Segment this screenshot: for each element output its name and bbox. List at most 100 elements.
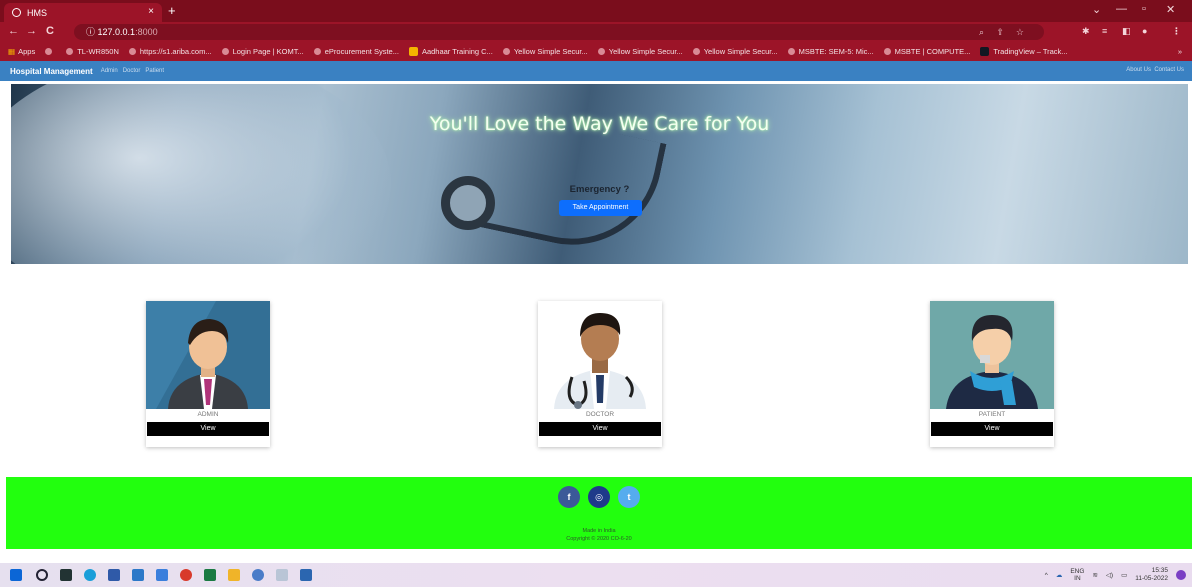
aadhaar-icon	[408, 47, 418, 56]
patient-view-button[interactable]: View	[931, 422, 1053, 436]
admin-avatar	[146, 301, 270, 409]
bookmark-item[interactable]: TradingView – Track...	[980, 47, 1068, 56]
globe-icon	[883, 48, 891, 55]
close-window-button[interactable]: ✕	[1166, 3, 1175, 16]
bookmark-item[interactable]: Yellow Simple Secur...	[502, 47, 588, 56]
apps-grid-icon: ▦	[8, 47, 16, 56]
patient-avatar	[930, 301, 1054, 409]
tab-search-icon[interactable]: ⌄	[1092, 3, 1101, 16]
search-icon[interactable]	[36, 569, 48, 581]
bookmark-item[interactable]: MSBTE: SEM-5: Mic...	[787, 47, 874, 56]
bookmarks-overflow[interactable]: »	[1178, 47, 1182, 56]
instagram-icon[interactable]: ◎	[588, 486, 610, 508]
share-icon[interactable]: ⇪	[996, 24, 1004, 40]
store-icon[interactable]	[108, 569, 120, 581]
nav-link-contact[interactable]: Contact Us	[1154, 67, 1184, 73]
bookmark-item[interactable]: MSBTE | COMPUTE...	[883, 47, 970, 56]
nav-link-patient[interactable]: Patient	[145, 68, 164, 74]
site-footer: f ◎ t Made in India Copyright © 2020 CO-…	[6, 477, 1192, 549]
back-button[interactable]: ←	[8, 25, 19, 37]
minimize-button[interactable]: —	[1116, 3, 1127, 15]
globe-icon	[221, 48, 229, 55]
bookmark-item[interactable]: https://s1.ariba.com...	[128, 47, 212, 56]
made-in-text: Made in India	[582, 528, 616, 534]
wifi-icon[interactable]: ≋	[1092, 571, 1097, 579]
edge-icon[interactable]	[84, 569, 96, 581]
extensions-icon[interactable]: ✱	[1082, 26, 1090, 37]
take-appointment-button[interactable]: Take Appointment	[559, 200, 642, 216]
mail-icon[interactable]	[132, 569, 144, 581]
nav-right-links: About Us Contact Us	[1126, 67, 1184, 73]
facebook-icon[interactable]: f	[558, 486, 580, 508]
tray-chevron-icon[interactable]: ^	[1045, 572, 1048, 579]
doctor-avatar	[538, 301, 662, 409]
url-host: 127.0.0.1	[97, 27, 136, 37]
file-explorer-icon[interactable]	[228, 569, 240, 581]
chrome-profile-icon[interactable]	[252, 569, 264, 581]
windows-taskbar: ^ ☁ ENG IN ≋ ◁) ▭ 15:35 11-05-2022	[0, 563, 1192, 587]
reload-button[interactable]: C	[46, 25, 54, 37]
language-indicator[interactable]: ENG IN	[1070, 568, 1084, 582]
bookmark-apps[interactable]: ▦ Apps	[8, 47, 35, 56]
doctor-view-button[interactable]: View	[539, 422, 661, 436]
tab-title: HMS	[27, 7, 47, 18]
nav-link-doctor[interactable]: Doctor	[123, 68, 141, 74]
globe-icon	[45, 48, 53, 55]
volume-icon[interactable]: ◁)	[1106, 571, 1113, 579]
bookmark-item[interactable]: Yellow Simple Secur...	[597, 47, 683, 56]
snipping-tool-icon[interactable]	[276, 569, 288, 581]
url-port: :8000	[135, 27, 158, 37]
nav-link-admin[interactable]: Admin	[101, 68, 118, 74]
todo-icon[interactable]	[156, 569, 168, 581]
app-icon[interactable]	[300, 569, 312, 581]
zoom-icon[interactable]: ⌕	[979, 24, 984, 40]
browser-menu-icon[interactable]: ⋮	[1172, 26, 1181, 37]
hero-banner: You'll Love the Way We Care for You Emer…	[11, 84, 1188, 264]
card-label: ADMIN	[197, 411, 219, 418]
bookmark-item[interactable]: Aadhaar Training C...	[408, 47, 493, 56]
onedrive-icon[interactable]: ☁	[1056, 571, 1063, 579]
new-tab-button[interactable]: +	[168, 3, 176, 18]
globe-icon	[313, 48, 321, 55]
globe-icon	[787, 48, 795, 55]
battery-icon[interactable]: ▭	[1121, 571, 1127, 579]
address-toolbar: ← → C ⓘ 127.0.0.1:8000 ⌕ ⇪ ☆ ✱ ≡ ◧ ● ⋮	[0, 22, 1192, 42]
admin-view-button[interactable]: View	[147, 422, 269, 436]
reading-list-icon[interactable]: ≡	[1102, 26, 1107, 36]
hero-background-image	[11, 84, 391, 264]
address-bar[interactable]: ⓘ 127.0.0.1:8000 ⌕ ⇪ ☆	[74, 24, 1044, 40]
maximize-button[interactable]: ▫	[1142, 3, 1146, 15]
bookmark-item[interactable]	[45, 48, 56, 55]
globe-icon	[128, 48, 136, 55]
bookmark-star-icon[interactable]: ☆	[1016, 24, 1024, 40]
hero-title: You'll Love the Way We Care for You	[429, 113, 770, 135]
system-tray: ^ ☁ ENG IN ≋ ◁) ▭ 15:35 11-05-2022	[1045, 567, 1186, 583]
browser-tab[interactable]: HMS ×	[4, 3, 162, 22]
profile-avatar-icon[interactable]: ●	[1142, 26, 1147, 36]
chrome-icon[interactable]	[180, 569, 192, 581]
bookmark-item[interactable]: TL-WR850N	[66, 47, 119, 56]
twitter-icon[interactable]: t	[618, 486, 640, 508]
admin-card: ADMIN View	[146, 301, 270, 447]
excel-icon[interactable]	[204, 569, 216, 581]
browser-tab-strip: HMS × + ⌄ — ▫ ✕	[0, 0, 1192, 22]
navbar-brand[interactable]: Hospital Management	[10, 67, 93, 76]
clock[interactable]: 15:35 11-05-2022	[1135, 567, 1168, 583]
forward-button[interactable]: →	[26, 25, 37, 37]
card-label: PATIENT	[978, 411, 1006, 418]
side-panel-icon[interactable]: ◧	[1122, 26, 1131, 37]
copyright-text: Copyright © 2020 CO-6-20	[566, 536, 632, 542]
patient-card: PATIENT View	[930, 301, 1054, 447]
site-navbar: Hospital Management Admin Doctor Patient…	[0, 61, 1192, 81]
notification-icon[interactable]	[1176, 570, 1186, 580]
bookmark-item[interactable]: eProcurement Syste...	[313, 47, 399, 56]
windows-start-icon[interactable]	[10, 569, 22, 581]
globe-icon	[692, 48, 700, 55]
task-view-icon[interactable]	[60, 569, 72, 581]
info-icon: ⓘ	[86, 27, 98, 37]
bookmark-item[interactable]: Login Page | KOMT...	[221, 47, 304, 56]
bookmark-item[interactable]: Yellow Simple Secur...	[692, 47, 778, 56]
nav-link-about[interactable]: About Us	[1126, 67, 1151, 73]
tab-close-icon[interactable]: ×	[148, 6, 154, 17]
globe-icon	[12, 8, 21, 17]
